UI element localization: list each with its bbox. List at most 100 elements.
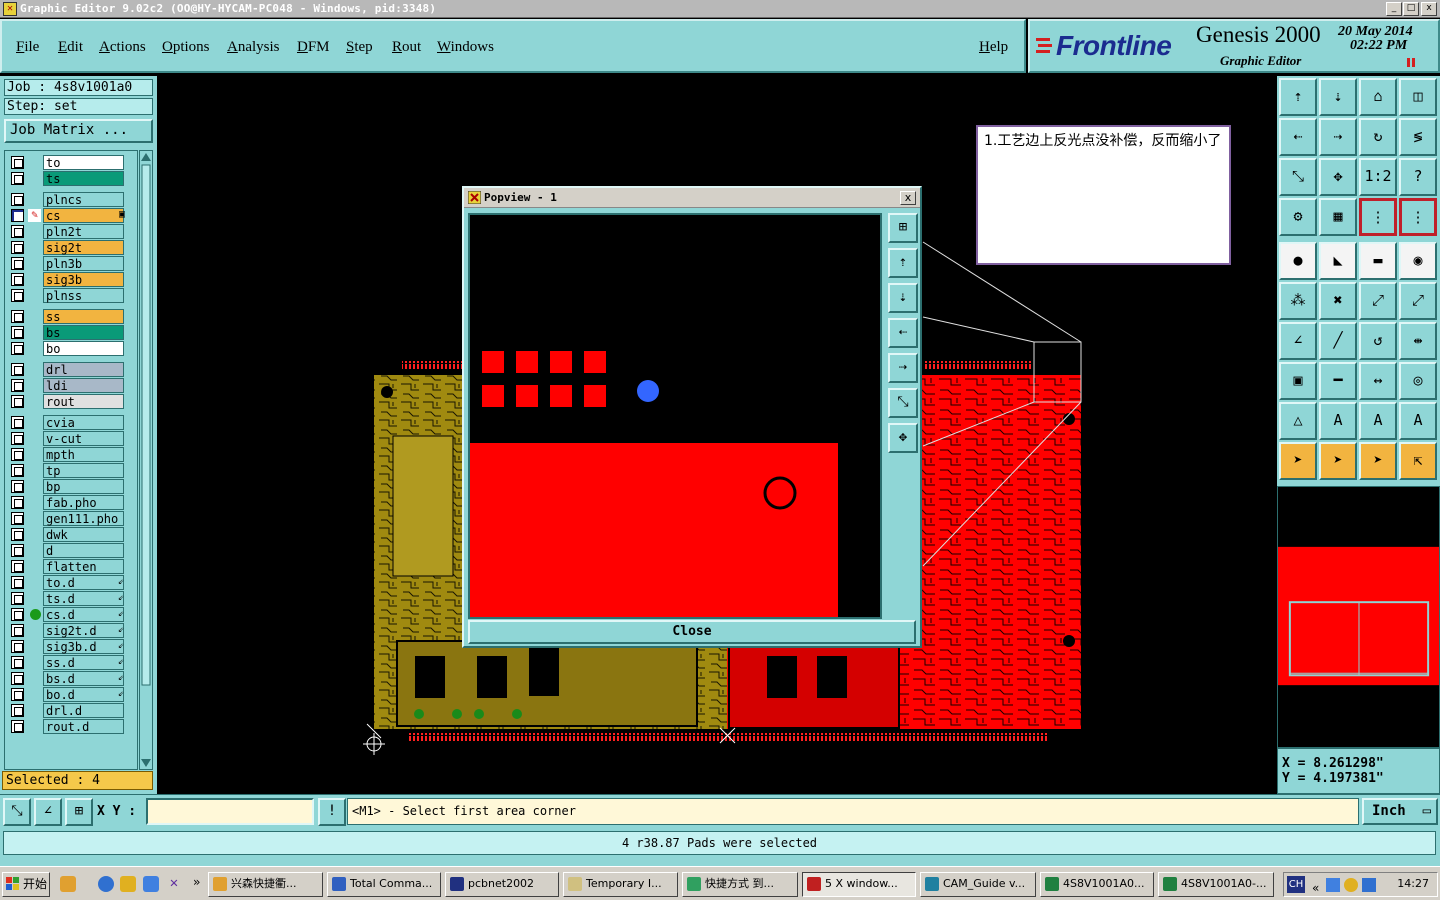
layer-name[interactable]: to: [43, 155, 124, 170]
layer-checkbox[interactable]: [11, 672, 24, 685]
layer-checkbox[interactable]: [11, 241, 24, 254]
menu-actions[interactable]: Actions: [99, 39, 146, 56]
popview-zoom-view[interactable]: [468, 213, 882, 619]
close-button[interactable]: x: [1421, 2, 1437, 16]
help-icon[interactable]: ?: [1399, 158, 1437, 196]
pan-left-icon[interactable]: ⇠: [1279, 118, 1317, 156]
app-icon[interactable]: ✕: [3, 2, 17, 16]
menu-windows[interactable]: Windows: [437, 39, 494, 56]
layer-name[interactable]: rout.d: [43, 719, 124, 734]
layer-name[interactable]: ts: [43, 171, 124, 186]
layer-row[interactable]: bo.d ⇙: [8, 687, 136, 702]
delete-node-icon[interactable]: ✖: [1319, 282, 1357, 320]
layer-row[interactable]: drl: [8, 362, 136, 377]
layer-checkbox[interactable]: [11, 326, 24, 339]
layer-checkbox[interactable]: [11, 656, 24, 669]
layer-checkbox[interactable]: [11, 416, 24, 429]
layer-row[interactable]: bo: [8, 341, 136, 356]
draw-line-icon[interactable]: ◣: [1319, 242, 1357, 280]
layer-name[interactable]: tp: [43, 463, 124, 478]
language-indicator[interactable]: CH: [1287, 876, 1305, 893]
home-icon[interactable]: ⌂: [1359, 78, 1397, 116]
layer-row[interactable]: cvia: [8, 415, 136, 430]
pop-zoom-home-icon[interactable]: ⊞: [888, 213, 918, 243]
layer-checkbox[interactable]: [11, 464, 24, 477]
layer-name[interactable]: mpth: [43, 447, 124, 462]
taskbar-task[interactable]: Total Comma...: [327, 872, 441, 897]
layer-checkbox[interactable]: [11, 379, 24, 392]
layer-row[interactable]: sig2t.d ⇙: [8, 623, 136, 638]
layer-compare-icon[interactable]: ⋮: [1399, 198, 1437, 236]
layer-checkbox[interactable]: [11, 172, 24, 185]
layer-stack-icon[interactable]: ⋮: [1359, 198, 1397, 236]
layer-checkbox[interactable]: [11, 395, 24, 408]
layer-name[interactable]: cs: [43, 208, 124, 223]
layer-row[interactable]: d: [8, 543, 136, 558]
layer-name[interactable]: bs: [43, 325, 124, 340]
layer-name[interactable]: rout: [43, 394, 124, 409]
layer-name[interactable]: sig2t.d: [43, 623, 124, 638]
layer-row[interactable]: cs.d ⇙: [8, 607, 136, 622]
layer-row[interactable]: plncs: [8, 192, 136, 207]
menu-analysis[interactable]: Analysis: [227, 39, 280, 56]
pointer-icon[interactable]: ➤: [1279, 442, 1317, 480]
pointer-net-icon[interactable]: ⇱: [1399, 442, 1437, 480]
layer-row[interactable]: to: [8, 155, 136, 170]
layer-row[interactable]: tp: [8, 463, 136, 478]
taskbar-task[interactable]: Temporary I...: [563, 872, 678, 897]
start-button[interactable]: 开始: [2, 872, 50, 897]
pad-add-icon[interactable]: ▣: [1279, 362, 1317, 400]
menu-step[interactable]: Step: [346, 39, 373, 56]
layer-name[interactable]: fab.pho: [43, 495, 124, 510]
layer-checkbox[interactable]: [11, 193, 24, 206]
layer-checkbox[interactable]: [11, 289, 24, 302]
layer-checkbox[interactable]: [11, 432, 24, 445]
layer-row[interactable]: ✎ cs ▣: [8, 208, 136, 223]
pop-zoom-in-icon[interactable]: ✥: [888, 423, 918, 453]
menu-dfm[interactable]: DFM: [297, 39, 330, 56]
quicklaunch-clock-icon[interactable]: [120, 876, 136, 892]
tray-clock-icon[interactable]: [1344, 878, 1358, 892]
taskbar-task[interactable]: 兴森快捷衢...: [208, 872, 323, 897]
layer-name[interactable]: sig3b: [43, 272, 124, 287]
quicklaunch-app-icon[interactable]: [60, 876, 76, 892]
move-node-icon[interactable]: ⤢: [1359, 282, 1397, 320]
triangle-tool-4-icon[interactable]: A: [1399, 402, 1437, 440]
layer-name[interactable]: v-cut: [43, 431, 124, 446]
line-icon[interactable]: ╱: [1319, 322, 1357, 360]
layer-checkbox[interactable]: [11, 560, 24, 573]
measure-icon[interactable]: ↔: [1359, 362, 1397, 400]
taskbar-task[interactable]: CAM_Guide v...: [920, 872, 1036, 897]
popview-titlebar[interactable]: Popview - 1 x: [464, 188, 920, 208]
layer-checkbox[interactable]: [11, 576, 24, 589]
dash-icon[interactable]: ━: [1319, 362, 1357, 400]
layer-checkbox[interactable]: [11, 257, 24, 270]
job-matrix-button[interactable]: Job Matrix ...: [4, 119, 153, 143]
layer-row[interactable]: ss.d ⇙: [8, 655, 136, 670]
snap-icon[interactable]: ●: [1279, 242, 1317, 280]
xy-input[interactable]: [146, 798, 314, 825]
layer-row[interactable]: ts.d ⇙: [8, 591, 136, 606]
pointer-box-icon[interactable]: ➤: [1319, 442, 1357, 480]
layer-scrollbar[interactable]: [139, 150, 153, 770]
rotate-icon[interactable]: ↻: [1359, 118, 1397, 156]
layer-row[interactable]: rout.d: [8, 719, 136, 734]
layer-row[interactable]: bs.d ⇙: [8, 671, 136, 686]
taskbar-task[interactable]: pcbnet2002: [445, 872, 559, 897]
layer-name[interactable]: cvia: [43, 415, 124, 430]
triangle-tool-1-icon[interactable]: △: [1279, 402, 1317, 440]
layer-row[interactable]: dwk: [8, 527, 136, 542]
layer-name[interactable]: ldi: [43, 378, 124, 393]
pan-down-icon[interactable]: ⇣: [1319, 78, 1357, 116]
layer-checkbox[interactable]: [11, 363, 24, 376]
layer-checkbox[interactable]: [11, 544, 24, 557]
layer-row[interactable]: to.d ⇙: [8, 575, 136, 590]
layer-name[interactable]: d: [43, 543, 124, 558]
popview-close-icon[interactable]: x: [900, 191, 916, 205]
layer-name[interactable]: ts.d: [43, 591, 124, 606]
zoom-fit-icon[interactable]: ⤡: [1279, 158, 1317, 196]
layer-checkbox[interactable]: [11, 720, 24, 733]
layer-name[interactable]: cs.d: [43, 607, 124, 622]
shapes-icon[interactable]: ◎: [1399, 362, 1437, 400]
layer-checkbox[interactable]: [11, 592, 24, 605]
